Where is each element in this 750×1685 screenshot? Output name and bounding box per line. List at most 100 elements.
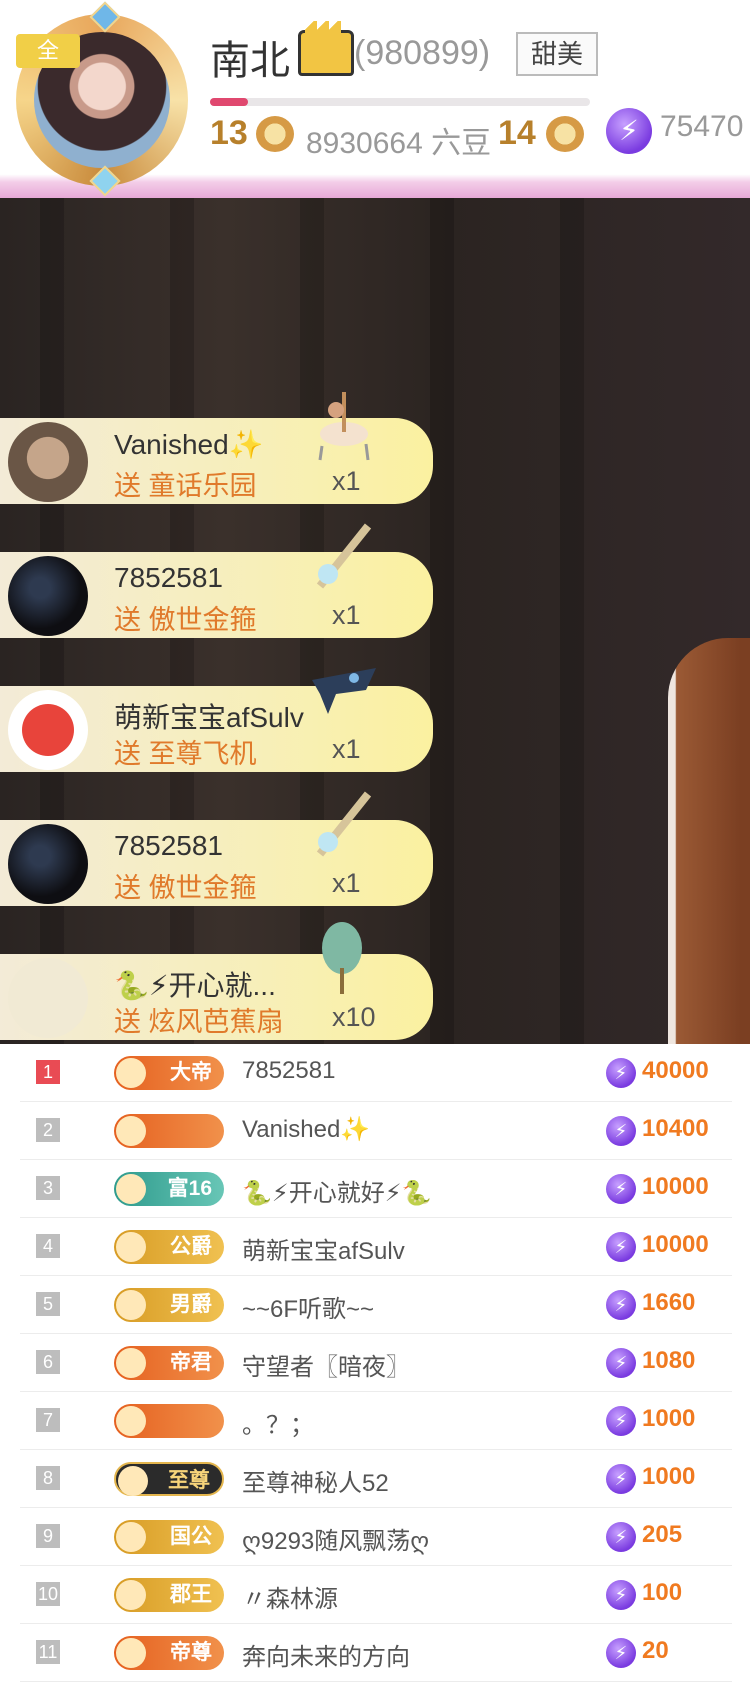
- badge-emblem-icon: [116, 1348, 146, 1378]
- rank-number: 6: [36, 1350, 60, 1374]
- gift-action: 送 炫风芭蕉扇: [114, 1007, 284, 1037]
- badge-emblem-icon: [116, 1406, 146, 1436]
- sender-avatar[interactable]: [8, 690, 88, 770]
- curtain-fold: [430, 198, 454, 1044]
- ranking-user-name: 萌新宝宝afSulv: [242, 1238, 405, 1265]
- user-level-badge: 郡王: [114, 1578, 224, 1612]
- ranking-user-name: 🐍⚡开心就好⚡🐍: [242, 1180, 432, 1207]
- gift-action: 送 童话乐园: [114, 471, 257, 501]
- badge-emblem-icon: [116, 1058, 146, 1088]
- ranking-user-name: 至尊神秘人52: [242, 1470, 389, 1497]
- ranking-value: 1660: [642, 1289, 696, 1316]
- ranking-user-name: ღ9293随风飘荡ღ: [242, 1528, 430, 1555]
- banana-fan-icon: [322, 922, 362, 994]
- lightning-icon: ⚡: [606, 1348, 636, 1378]
- lightning-icon: ⚡: [606, 108, 652, 154]
- user-level-badge: 公爵: [114, 1230, 224, 1264]
- gift-count: x10: [332, 1002, 376, 1032]
- gift-message: 7852581 送 傲世金箍 x1: [0, 523, 433, 638]
- ranking-row[interactable]: 10 郡王 〃森林源 ⚡ 100: [20, 1566, 732, 1624]
- ranking-row[interactable]: 9 国公 ღ9293随风飘荡ღ ⚡ 205: [20, 1508, 732, 1566]
- live-video[interactable]: Vanished✨ 送 童话乐园 x1 7852581 送 傲世金箍 x1 萌新…: [0, 198, 750, 1044]
- badge-emblem-icon: [116, 1522, 146, 1552]
- sender-name: 萌新宝宝afSulv: [114, 702, 304, 733]
- gift-message: 萌新宝宝afSulv 送 至尊飞机 x1: [0, 668, 433, 772]
- sender-avatar[interactable]: [8, 422, 88, 502]
- badge-emblem-icon: [116, 1580, 146, 1610]
- style-tag[interactable]: 甜美: [516, 32, 598, 76]
- badge-emblem-icon: [118, 1466, 148, 1496]
- rank-number: 5: [36, 1292, 60, 1316]
- ranking-row[interactable]: 4 公爵 萌新宝宝afSulv ⚡ 10000: [20, 1218, 732, 1276]
- rank-number: 4: [36, 1234, 60, 1258]
- badge-label: 公爵: [170, 1235, 212, 1258]
- level-crown-icon: [546, 116, 584, 152]
- sender-avatar[interactable]: [8, 824, 88, 904]
- ranking-value: 205: [642, 1521, 683, 1548]
- ranking-user-name: Vanished✨: [242, 1116, 371, 1143]
- sender-avatar[interactable]: [8, 556, 88, 636]
- sender-avatar[interactable]: [8, 958, 88, 1038]
- level-progress-bar: [210, 98, 590, 106]
- badge-label: 大帝: [170, 1061, 212, 1084]
- ranking-value: 20: [642, 1637, 669, 1664]
- ranking-value: 1080: [642, 1347, 696, 1374]
- lightning-icon: ⚡: [606, 1522, 636, 1552]
- user-level-badge: 大帝: [114, 1056, 224, 1090]
- user-level-badge: [114, 1114, 224, 1148]
- ranking-row[interactable]: 6 帝君 守望者〖暗夜〗 ⚡ 1080: [20, 1334, 732, 1392]
- user-level-badge: 至尊: [114, 1462, 224, 1496]
- contribution-ranking: 1 大帝 7852581 ⚡ 40000 2 Vanished✨ ⚡ 10400 3 富16 🐍⚡开心…: [0, 1044, 750, 1682]
- ranking-row[interactable]: 8 至尊 至尊神秘人52 ⚡ 1000: [20, 1450, 732, 1508]
- user-level-badge: 富16: [114, 1172, 224, 1206]
- lightning-icon: ⚡: [606, 1058, 636, 1088]
- ranking-value: 40000: [642, 1057, 709, 1084]
- rank-number: 3: [36, 1176, 60, 1200]
- badge-label: 郡王: [170, 1583, 212, 1606]
- rank-number: 1: [36, 1060, 60, 1084]
- curtain-fold: [560, 198, 584, 1044]
- bean-count: 8930664 六豆: [306, 127, 492, 160]
- all-badge: 全: [16, 34, 80, 68]
- lightning-icon: ⚡: [606, 1290, 636, 1320]
- gift-message: Vanished✨ 送 童话乐园 x1: [0, 392, 433, 504]
- ranking-value: 1000: [642, 1463, 696, 1490]
- ranking-row[interactable]: 7 。？； ⚡ 1000: [20, 1392, 732, 1450]
- golden-staff-icon: [316, 523, 372, 589]
- rank-number: 9: [36, 1524, 60, 1548]
- level-crown-icon: [256, 116, 294, 152]
- user-level-badge: [114, 1404, 224, 1438]
- host-name: 南北: [210, 39, 290, 83]
- carousel-horse-icon: [318, 392, 370, 461]
- badge-label: 国公: [170, 1525, 212, 1548]
- ranking-row[interactable]: 3 富16 🐍⚡开心就好⚡🐍 ⚡ 10000: [20, 1160, 732, 1218]
- badge-label: 帝君: [170, 1351, 212, 1374]
- badge-label: 帝尊: [170, 1641, 212, 1664]
- sender-name: Vanished✨: [114, 429, 264, 460]
- rank-number: 10: [36, 1582, 60, 1606]
- ranking-row[interactable]: 1 大帝 7852581 ⚡ 40000: [20, 1044, 732, 1102]
- current-level: 13: [210, 114, 248, 152]
- host-id: (980899): [354, 34, 491, 72]
- ranking-user-name: 7852581: [242, 1057, 336, 1084]
- ranking-value: 10000: [642, 1231, 709, 1258]
- ranking-user-name: 〃森林源: [242, 1586, 338, 1613]
- ranking-user-name: 守望者〖暗夜〗: [242, 1354, 410, 1381]
- gift-action: 送 至尊飞机: [114, 739, 257, 769]
- ranking-value: 100: [642, 1579, 683, 1606]
- badge-emblem-icon: [116, 1174, 146, 1204]
- ranking-user-name: 奔向未来的方向: [242, 1644, 410, 1671]
- sender-name: 7852581: [114, 830, 224, 861]
- sender-name: 7852581: [114, 562, 224, 593]
- chair-backdrop: [668, 638, 750, 1044]
- crown-icon: [298, 21, 354, 76]
- ranking-row[interactable]: 5 男爵 ~~6F听歌~~ ⚡ 1660: [20, 1276, 732, 1334]
- user-level-badge: 男爵: [114, 1288, 224, 1322]
- badge-emblem-icon: [116, 1232, 146, 1262]
- gift-message: 🐍⚡开心就... 送 炫风芭蕉扇 x10: [0, 922, 433, 1040]
- ranking-value: 10000: [642, 1173, 709, 1200]
- power-count: 75470: [660, 110, 744, 143]
- ranking-row[interactable]: 11 帝尊 奔向未来的方向 ⚡ 20: [20, 1624, 732, 1682]
- gift-action: 送 傲世金箍: [114, 605, 257, 635]
- ranking-row[interactable]: 2 Vanished✨ ⚡ 10400: [20, 1102, 732, 1160]
